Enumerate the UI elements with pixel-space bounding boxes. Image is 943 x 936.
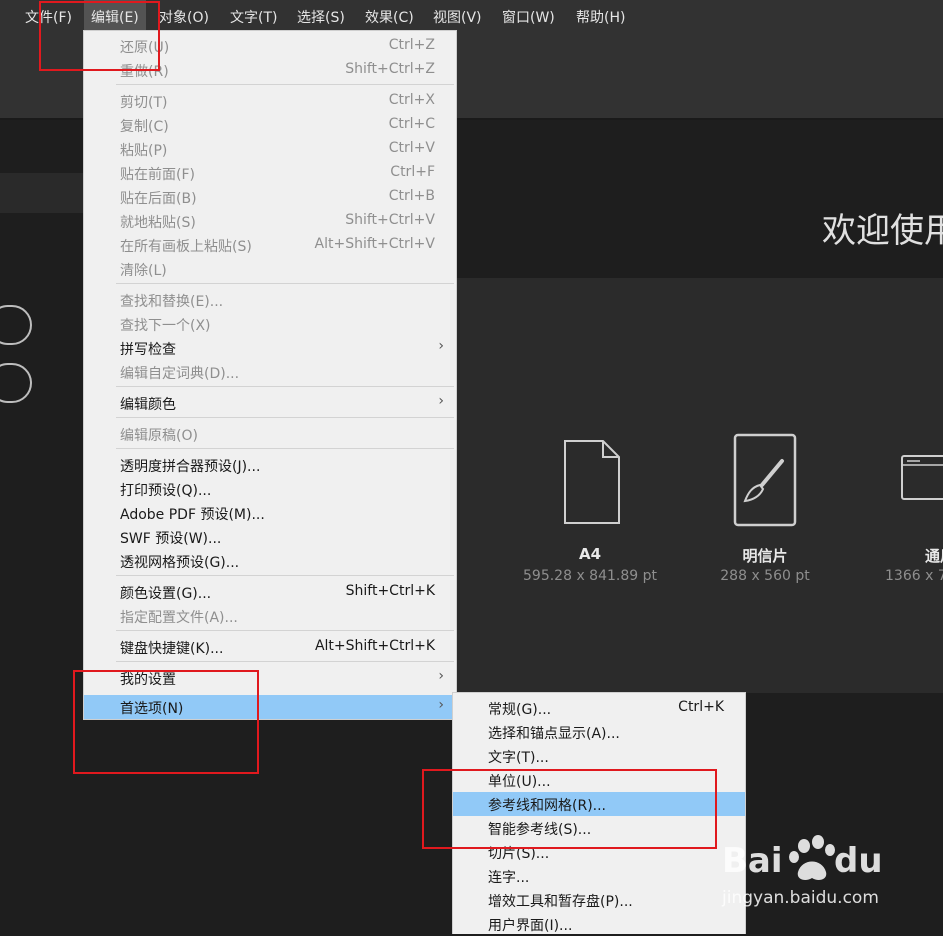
menu-help[interactable]: 帮助(H) — [576, 0, 625, 37]
menu-item-paste-all-artboards[interactable]: 在所有画板上粘贴(S) Alt+Shift+Ctrl+V — [84, 233, 456, 257]
separator — [116, 386, 454, 387]
submenu-item-selection-anchor[interactable]: 选择和锚点显示(A)... — [453, 720, 745, 744]
separator — [116, 448, 454, 449]
menu-item-paste-in-front[interactable]: 贴在前面(F) Ctrl+F — [84, 161, 456, 185]
preset-postcard-size: 288 x 560 pt — [720, 568, 810, 584]
menu-item-swf-presets[interactable]: SWF 预设(W)... — [84, 525, 456, 549]
welcome-title: 欢迎使用 — [822, 211, 943, 251]
left-pill-button-1[interactable] — [0, 305, 32, 345]
menu-item-edit-original[interactable]: 编辑原稿(O) — [84, 422, 456, 446]
edit-menu: 还原(U) Ctrl+Z 重做(R) Shift+Ctrl+Z 剪切(T) Ctrl+… — [83, 30, 457, 720]
menu-item-edit-colors[interactable]: 编辑颜色 › — [84, 391, 456, 415]
menu-item-spell-check[interactable]: 拼写检查 › — [84, 336, 456, 360]
svg-text:Bai: Bai — [722, 841, 783, 881]
preset-a4-size: 595.28 x 841.89 pt — [523, 568, 657, 584]
menu-item-transparency-flattener[interactable]: 透明度拼合器预设(J)... — [84, 453, 456, 477]
menu-item-find-replace[interactable]: 查找和替换(E)... — [84, 288, 456, 312]
menu-item-edit-dictionary[interactable]: 编辑自定词典(D)... — [84, 360, 456, 384]
preset-a4-name: A4 — [578, 545, 602, 563]
submenu-item-plugins-scratch[interactable]: 增效工具和暂存盘(P)... — [453, 888, 745, 912]
preset-postcard-name: 明信片 — [742, 547, 788, 565]
submenu-item-general[interactable]: 常规(G)... Ctrl+K — [453, 696, 745, 720]
menu-item-assign-profile[interactable]: 指定配置文件(A)... — [84, 604, 456, 628]
menu-window[interactable]: 窗口(W) — [502, 0, 555, 37]
submenu-item-type[interactable]: 文字(T)... — [453, 744, 745, 768]
separator — [116, 283, 454, 284]
watermark-url: jingyan.baidu.com — [722, 888, 879, 908]
browser-window-icon — [901, 455, 943, 500]
submenu-item-hyphenation[interactable]: 连字... — [453, 864, 745, 888]
separator — [116, 417, 454, 418]
baidu-watermark: Bai du jingyan.baidu.com — [722, 828, 922, 918]
submenu-item-user-interface[interactable]: 用户界面(I)... — [453, 912, 745, 936]
separator — [116, 84, 454, 85]
separator — [116, 630, 454, 631]
annotation-box-edit — [39, 1, 160, 71]
brush-card-icon — [733, 433, 797, 527]
preset-panel: A4 595.28 x 841.89 pt 明信片 288 x 560 pt 通… — [455, 278, 943, 693]
menu-item-paste-in-back[interactable]: 贴在后面(B) Ctrl+B — [84, 185, 456, 209]
menu-item-pdf-presets[interactable]: Adobe PDF 预设(M)... — [84, 501, 456, 525]
menu-item-cut[interactable]: 剪切(T) Ctrl+X — [84, 89, 456, 113]
menu-item-paste[interactable]: 粘贴(P) Ctrl+V — [84, 137, 456, 161]
annotation-box-guides-grid — [422, 769, 717, 849]
left-pill-button-2[interactable] — [0, 363, 32, 403]
left-panel-strip — [0, 173, 84, 213]
chevron-right-icon: › — [438, 393, 444, 409]
menu-item-find-next[interactable]: 查找下一个(X) — [84, 312, 456, 336]
annotation-box-preferences — [73, 670, 259, 774]
document-icon — [564, 440, 620, 524]
preset-web-size: 1366 x 768 — [885, 568, 943, 584]
menu-item-print-presets[interactable]: 打印预设(Q)... — [84, 477, 456, 501]
menu-item-paste-in-place[interactable]: 就地粘贴(S) Shift+Ctrl+V — [84, 209, 456, 233]
chevron-right-icon: › — [438, 668, 444, 684]
svg-text:du: du — [834, 841, 883, 881]
separator — [116, 661, 454, 662]
separator — [116, 575, 454, 576]
menu-item-clear[interactable]: 清除(L) — [84, 257, 456, 281]
chevron-right-icon: › — [438, 338, 444, 354]
menu-item-color-settings[interactable]: 颜色设置(G)... Shift+Ctrl+K — [84, 580, 456, 604]
preset-web-name: 通用 — [925, 547, 943, 565]
menu-item-perspective-grid-presets[interactable]: 透视网格预设(G)... — [84, 549, 456, 573]
menu-item-keyboard-shortcuts[interactable]: 键盘快捷键(K)... Alt+Shift+Ctrl+K — [84, 635, 456, 659]
chevron-right-icon: › — [438, 697, 444, 713]
menu-item-copy[interactable]: 复制(C) Ctrl+C — [84, 113, 456, 137]
